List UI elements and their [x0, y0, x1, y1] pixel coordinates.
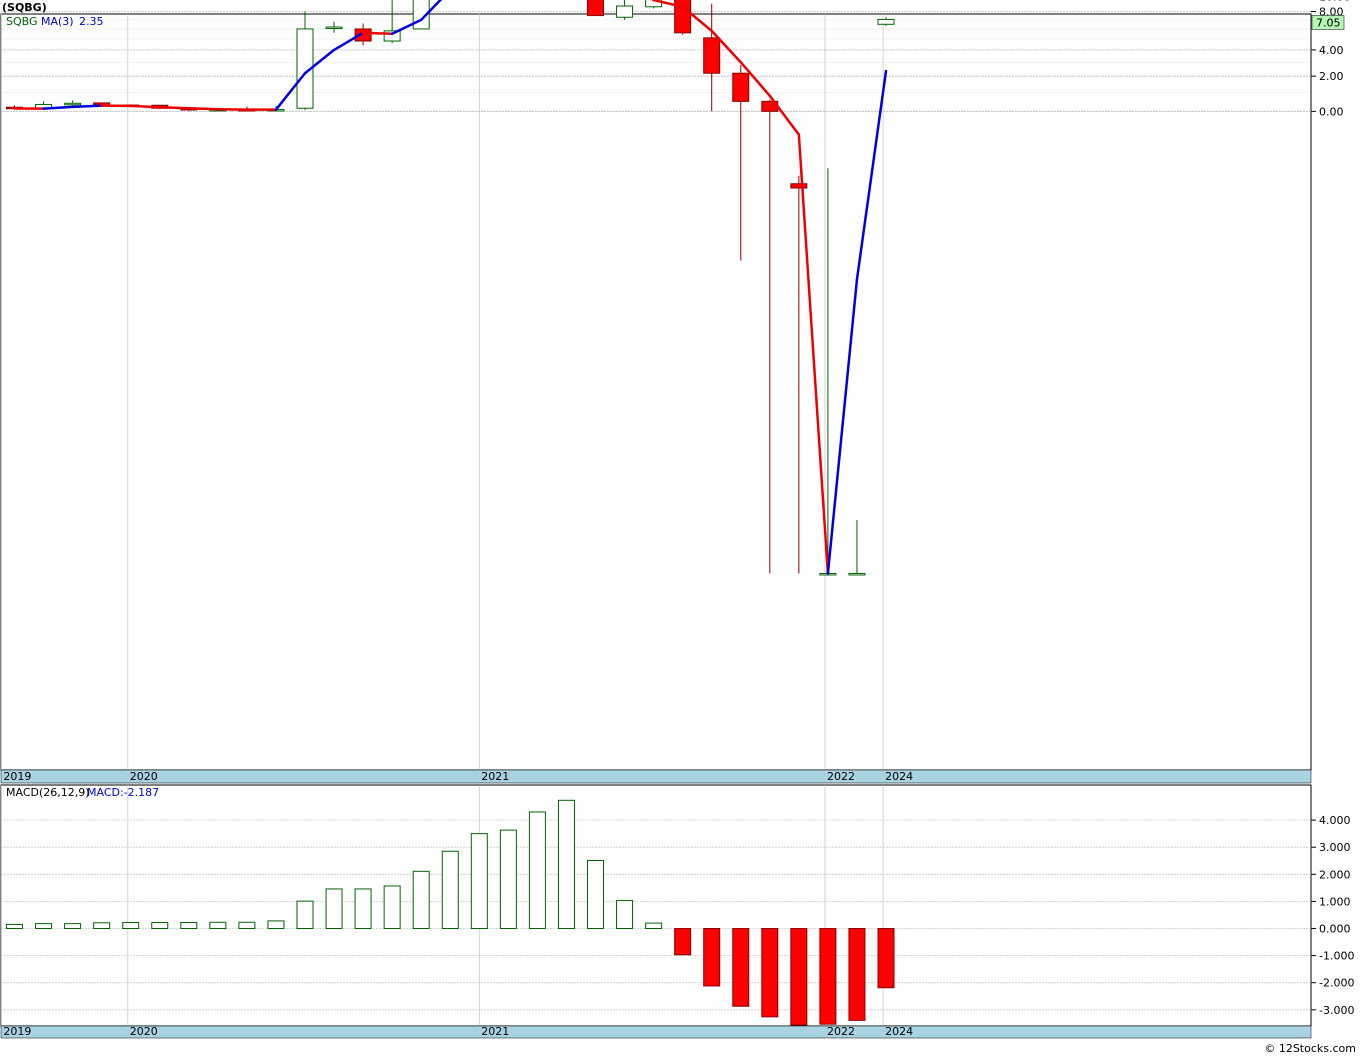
macd-bar [6, 923, 23, 929]
ma3-segment [129, 104, 161, 109]
chart-title: (SQBG) [2, 1, 47, 14]
ma-label: MA(3) [41, 15, 74, 28]
stock-chart: 38.0030.0024.0018.0014.0010.008.004.002.… [0, 0, 1360, 1056]
macd-bar [180, 922, 198, 930]
macd-bar [645, 922, 663, 930]
candle-body [877, 18, 895, 25]
macd-bar [325, 888, 343, 930]
macd-bar [790, 928, 808, 1026]
price-tick-label: 0.00 [1319, 105, 1344, 118]
macd-bar [499, 829, 517, 930]
macd-bar [441, 850, 459, 930]
macd-bar [819, 928, 837, 1025]
macd-bar [674, 928, 692, 956]
candle-body [587, 0, 604, 17]
macd-bar [267, 920, 285, 929]
macd-bar [616, 900, 634, 929]
price-tick-label: 10.00 [1319, 0, 1351, 4]
ma-value: 2.35 [79, 15, 104, 28]
macd-tick-label: -2.000 [1319, 977, 1354, 990]
macd-bar [761, 928, 779, 1018]
macd-bar [848, 928, 866, 1021]
x-axis-label: 2024 [885, 1025, 913, 1038]
macd-bar [557, 799, 575, 930]
ma3-segment [158, 105, 191, 110]
x-axis-label: 2021 [481, 1025, 509, 1038]
macd-bar [732, 928, 750, 1007]
macd-bar [354, 888, 372, 930]
candle-body [616, 5, 634, 18]
macd-tick-label: -1.000 [1319, 950, 1354, 963]
macd-label: MACD(26,12,9) [6, 786, 90, 799]
macd-bar [93, 922, 111, 930]
macd-date-axis: 2019 2020 2021 2022 2024 [0, 1025, 1312, 1039]
price-tick-label: 2.00 [1319, 70, 1344, 83]
x-axis-label: 2022 [827, 1025, 855, 1038]
macd-tick-label: 2.000 [1319, 868, 1351, 881]
price-date-axis: 2019 2020 2021 2022 2024 [0, 769, 1312, 784]
macd-bar [151, 922, 169, 930]
macd-bar [383, 885, 401, 930]
x-axis-label: 2019 [3, 770, 31, 783]
macd-bar [877, 928, 895, 989]
footer-credit: © 12Stocks.com [1264, 1042, 1356, 1055]
macd-tick-label: -3.000 [1319, 1004, 1354, 1017]
macd-bar [470, 833, 488, 930]
x-axis-label: 2021 [481, 770, 509, 783]
macd-bar [587, 859, 604, 929]
x-axis-label: 2020 [130, 1025, 158, 1038]
macd-bar [528, 811, 546, 929]
macd-pane: 4.000 3.000 2.000 1.000 0.000 -1.000 -2.000 -3.… [0, 784, 1354, 1027]
ma3-segment [71, 104, 103, 109]
candle-body [732, 72, 750, 102]
price-tick-label: 4.00 [1319, 44, 1344, 57]
macd-tick-label: 0.000 [1319, 923, 1351, 936]
ma3-segment [187, 106, 220, 111]
macd-bar [296, 900, 314, 930]
macd-bar [703, 928, 721, 987]
macd-value: MACD:-2.187 [87, 786, 159, 799]
ma3-segment [361, 31, 394, 36]
x-axis-label: 2020 [130, 770, 158, 783]
candle-body [790, 183, 808, 189]
symbol-label: SQBG [6, 15, 38, 28]
macd-bar [238, 921, 256, 930]
macd-tick-label: 4.000 [1319, 814, 1351, 827]
x-axis-label: 2019 [3, 1025, 31, 1038]
last-price-label: 7.05 [1316, 16, 1341, 29]
candle-body [848, 572, 866, 576]
macd-bar [35, 923, 53, 930]
x-axis-label: 2022 [827, 770, 855, 783]
macd-bar [64, 923, 82, 930]
macd-bar [412, 870, 430, 929]
price-pane: 38.0030.0024.0018.0014.0010.008.004.002.… [0, 0, 1351, 771]
candle-body [325, 26, 343, 30]
x-axis-label: 2024 [885, 770, 913, 783]
macd-bar [122, 922, 140, 930]
candle-body [64, 102, 82, 106]
candle-body [703, 37, 721, 74]
macd-bar [209, 921, 227, 930]
macd-tick-label: 1.000 [1319, 895, 1351, 908]
macd-tick-label: 3.000 [1319, 841, 1351, 854]
